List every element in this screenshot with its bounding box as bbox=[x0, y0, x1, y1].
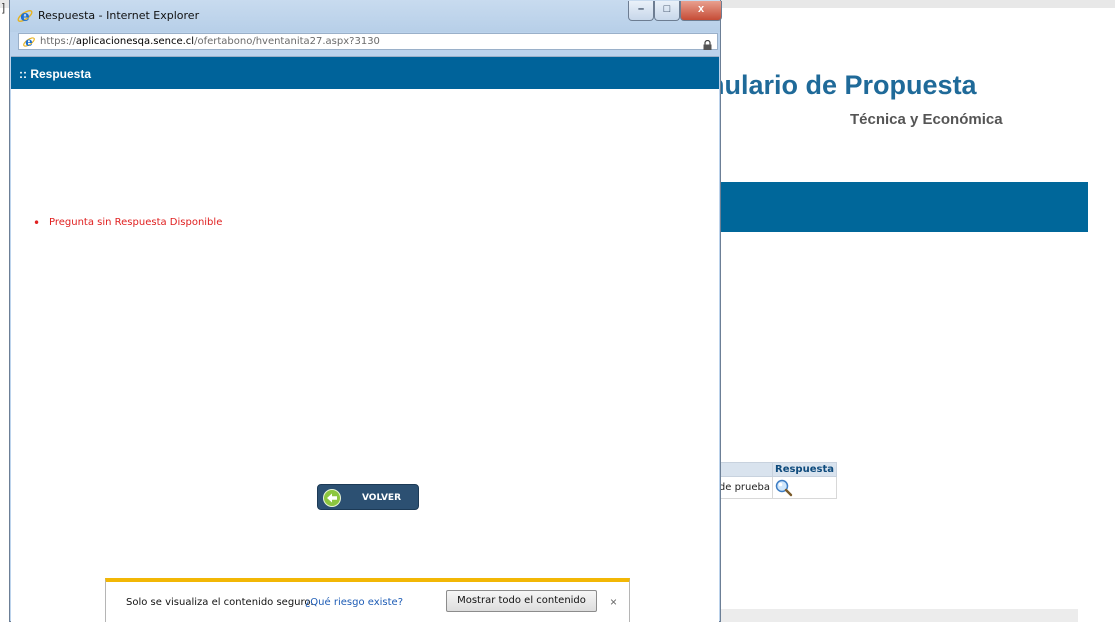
table-header-respuesta: Respuesta bbox=[772, 462, 837, 477]
volver-button[interactable]: VOLVER bbox=[317, 484, 419, 510]
maximize-button[interactable]: □ bbox=[654, 1, 680, 21]
window-title: Respuesta - Internet Explorer bbox=[38, 9, 200, 22]
table-cell-action bbox=[772, 476, 837, 499]
volver-label: VOLVER bbox=[362, 493, 401, 503]
background-header-band bbox=[700, 182, 1088, 232]
popup-content: :: Respuesta Pregunta sin Respuesta Disp… bbox=[11, 56, 719, 622]
magnifier-icon[interactable] bbox=[775, 479, 793, 497]
close-icon: x bbox=[697, 3, 705, 15]
notification-risk-link[interactable]: ¿Qué riesgo existe? bbox=[305, 597, 403, 608]
show-all-content-button[interactable]: Mostrar todo el contenido bbox=[446, 590, 597, 612]
back-arrow-icon bbox=[323, 489, 341, 507]
ie-page-icon: e bbox=[22, 35, 36, 49]
ie-logo-icon: e bbox=[16, 7, 34, 25]
background-page-subtitle: Técnica y Económica bbox=[850, 111, 1003, 128]
window-titlebar[interactable]: e Respuesta - Internet Explorer – □ x bbox=[10, 0, 722, 32]
respuesta-header: :: Respuesta bbox=[11, 57, 719, 89]
address-path: /ofertabono/hventanita27.aspx?3130 bbox=[194, 36, 380, 47]
background-footer bbox=[700, 609, 1078, 622]
security-notification-bar: Solo se visualiza el contenido seguro. ¿… bbox=[105, 578, 630, 622]
respuesta-header-title: :: Respuesta bbox=[19, 67, 92, 81]
maximize-icon: □ bbox=[663, 3, 671, 15]
show-all-content-label: Mostrar todo el contenido bbox=[457, 595, 586, 606]
ie-popup-window: e Respuesta - Internet Explorer – □ x e … bbox=[9, 0, 722, 622]
address-scheme: https:// bbox=[40, 36, 76, 47]
background-page-title: rmulario de Propuesta bbox=[690, 70, 977, 100]
screen: ] rmulario de Propuesta Técnica y Económ… bbox=[0, 0, 1115, 622]
svg-text:e: e bbox=[25, 35, 32, 49]
svg-text:e: e bbox=[20, 7, 30, 25]
error-list: Pregunta sin Respuesta Disponible bbox=[33, 216, 222, 230]
notification-close-icon[interactable]: × bbox=[610, 595, 617, 609]
close-window-button[interactable]: x bbox=[680, 1, 722, 21]
error-message: Pregunta sin Respuesta Disponible bbox=[33, 216, 222, 230]
address-bar[interactable]: e https://aplicacionesqa.sence.cl/oferta… bbox=[18, 33, 718, 50]
address-domain: aplicacionesqa.sence.cl bbox=[75, 36, 195, 47]
lock-icon[interactable] bbox=[703, 37, 712, 50]
minimize-icon: – bbox=[637, 3, 645, 15]
background-left-stub-text: ] bbox=[2, 2, 6, 14]
address-url: https://aplicacionesqa.sence.cl/ofertabo… bbox=[40, 36, 380, 47]
notification-message: Solo se visualiza el contenido seguro. bbox=[126, 597, 314, 608]
minimize-button[interactable]: – bbox=[628, 1, 654, 21]
